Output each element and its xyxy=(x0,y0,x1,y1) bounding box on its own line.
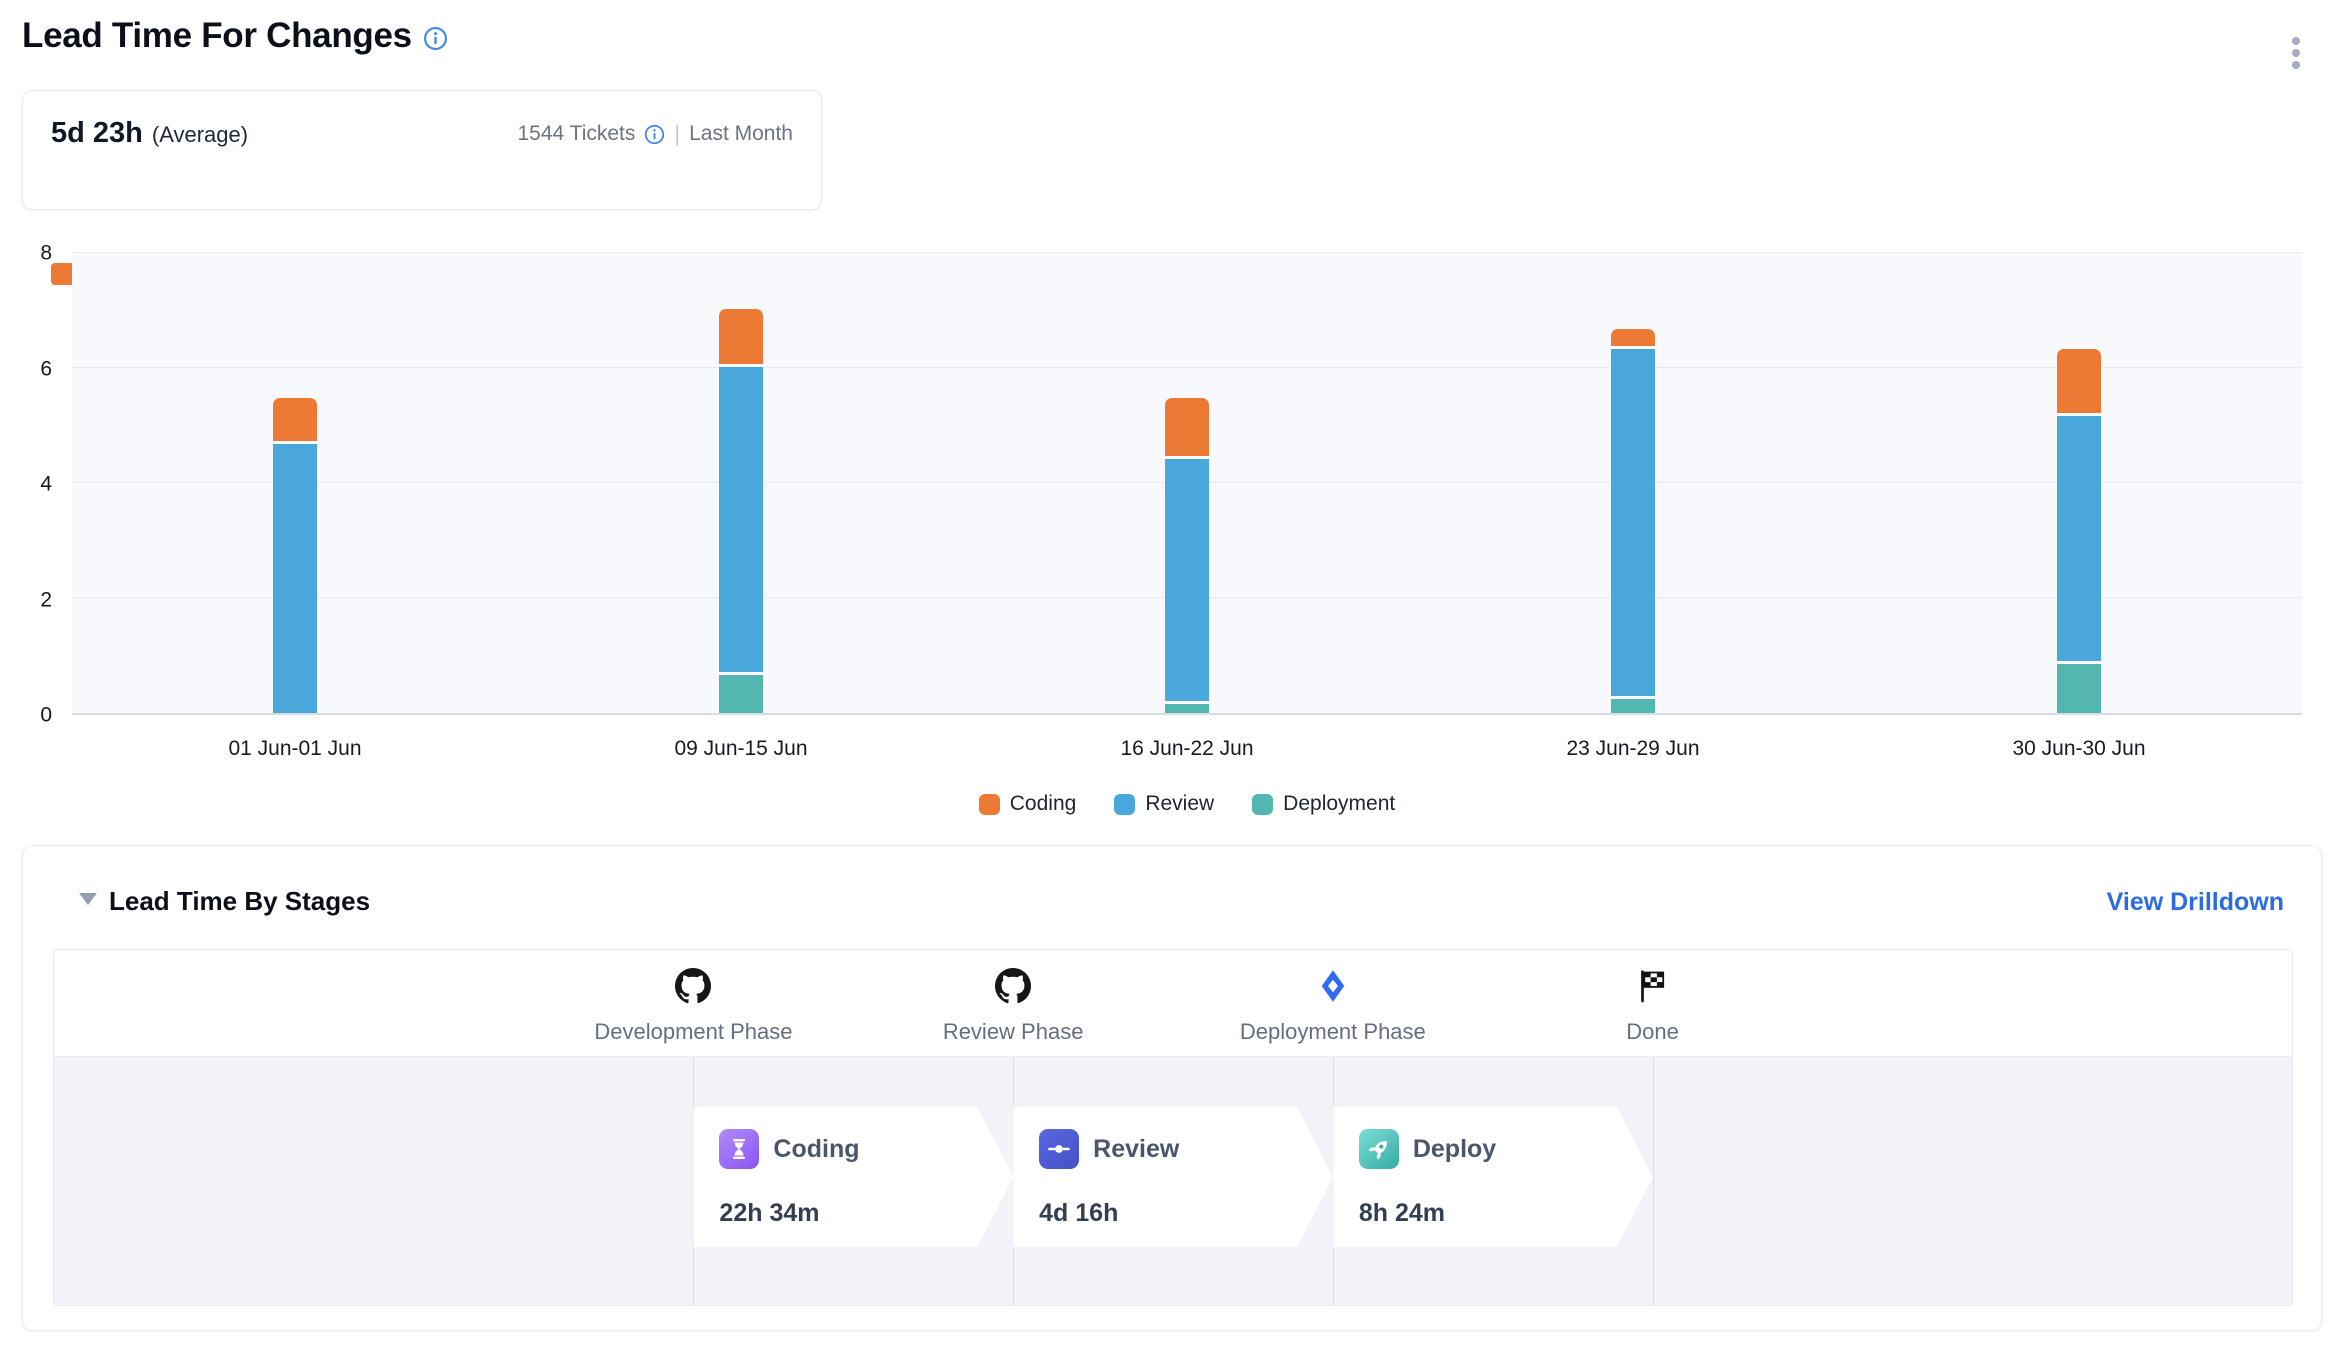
bar-segment-coding[interactable] xyxy=(719,309,763,367)
phase-header-row: Development Phase Review Phase xyxy=(54,950,2292,1057)
phase-label: Review Phase xyxy=(853,1019,1173,1045)
stacked-bar[interactable] xyxy=(273,398,317,713)
bar-segment-coding[interactable] xyxy=(1165,398,1209,459)
chart-legend: Coding Review Deployment xyxy=(72,792,2302,816)
stacked-bar[interactable] xyxy=(2057,349,2101,713)
bar-segment-review[interactable] xyxy=(1611,349,1655,698)
tickets-info-icon[interactable] xyxy=(644,124,665,145)
x-axis-label: 09 Jun-15 Jun xyxy=(674,727,807,771)
legend-item-coding[interactable]: Coding xyxy=(979,792,1077,816)
gridline xyxy=(72,367,2302,368)
bar-segment-deployment[interactable] xyxy=(719,675,763,713)
column-divider xyxy=(1653,1057,1654,1306)
stacked-bar-chart xyxy=(72,253,2302,715)
legend-label: Review xyxy=(1145,792,1214,816)
bar-segment-review[interactable] xyxy=(2057,416,2101,664)
rocket-icon xyxy=(1359,1129,1399,1169)
bar-segment-coding[interactable] xyxy=(273,398,317,444)
bar-segment-deployment[interactable] xyxy=(1611,699,1655,713)
github-icon xyxy=(995,968,1031,1004)
page-title: Lead Time For Changes xyxy=(22,16,412,56)
collapse-chevron-icon[interactable] xyxy=(79,893,97,905)
phase-label: Deployment Phase xyxy=(1173,1019,1493,1045)
github-icon xyxy=(675,968,711,1004)
meta-separator: | xyxy=(674,121,680,147)
x-axis-label: 01 Jun-01 Jun xyxy=(228,727,361,771)
y-axis-tick: 6 xyxy=(0,358,52,379)
commit-icon xyxy=(1039,1129,1079,1169)
stages-body: Coding 22h 34m Review 4d xyxy=(54,1057,2292,1306)
view-drilldown-link[interactable]: View Drilldown xyxy=(2107,888,2284,917)
kebab-menu-icon[interactable] xyxy=(2284,31,2308,75)
stage-duration: 4d 16h xyxy=(1039,1199,1118,1228)
stage-name: Review xyxy=(1093,1135,1179,1164)
stages-panel-header: Lead Time By Stages View Drilldown xyxy=(23,846,2321,949)
lead-time-by-stages-panel: Lead Time By Stages View Drilldown Devel… xyxy=(22,845,2322,1331)
summary-average: 5d 23h (Average) xyxy=(51,117,248,150)
period-label: Last Month xyxy=(689,122,793,146)
phase-label: Done xyxy=(1493,1019,1813,1045)
average-qualifier: (Average) xyxy=(152,122,248,148)
stage-card-coding[interactable]: Coding 22h 34m xyxy=(693,1107,1013,1247)
bar-segment-coding[interactable] xyxy=(1611,329,1655,349)
phase-done: Done xyxy=(1493,950,1813,1045)
legend-swatch xyxy=(1114,794,1135,815)
summary-meta: 1544 Tickets | Last Month xyxy=(517,121,793,147)
legend-swatch xyxy=(979,794,1000,815)
x-axis-label: 16 Jun-22 Jun xyxy=(1120,727,1253,771)
stacked-bar[interactable] xyxy=(1611,329,1655,713)
legend-item-review[interactable]: Review xyxy=(1114,792,1214,816)
info-icon[interactable] xyxy=(423,26,448,51)
hourglass-icon xyxy=(719,1129,759,1169)
stage-name: Coding xyxy=(773,1135,859,1164)
average-value: 5d 23h xyxy=(51,117,143,150)
bar-segment-deployment[interactable] xyxy=(1165,704,1209,713)
legend-label: Deployment xyxy=(1283,792,1395,816)
legend-label: Coding xyxy=(1010,792,1077,816)
legend-item-deployment[interactable]: Deployment xyxy=(1252,792,1395,816)
y-axis-tick: 8 xyxy=(0,243,52,264)
y-axis: 02468 xyxy=(0,253,52,715)
bar-segment-review[interactable] xyxy=(719,367,763,676)
x-axis: 01 Jun-01 Jun 09 Jun-15 Jun 16 Jun-22 Jun 2… xyxy=(72,727,2302,771)
gridline xyxy=(72,252,2302,253)
summary-row: 5d 23h (Average) 1544 Tickets | Last Mon… xyxy=(23,91,821,150)
bar-segment-review[interactable] xyxy=(273,444,317,713)
y-axis-tick: 4 xyxy=(0,474,52,495)
legend-swatch xyxy=(1252,794,1273,815)
bar-segment-deployment[interactable] xyxy=(2057,664,2101,713)
stage-card-deploy[interactable]: Deploy 8h 24m xyxy=(1333,1107,1653,1247)
diamond-icon xyxy=(1315,968,1351,1004)
phase-label: Development Phase xyxy=(533,1019,853,1045)
bar-segment-review[interactable] xyxy=(1165,459,1209,704)
stacked-bar[interactable] xyxy=(1165,398,1209,713)
stacked-bar[interactable] xyxy=(719,309,763,713)
phase-review: Review Phase xyxy=(853,950,1173,1045)
y-axis-tick: 0 xyxy=(0,705,52,726)
stage-duration: 8h 24m xyxy=(1359,1199,1445,1228)
phase-development: Development Phase xyxy=(533,950,853,1045)
stage-name: Deploy xyxy=(1413,1135,1496,1164)
summary-card: 5d 23h (Average) 1544 Tickets | Last Mon… xyxy=(22,90,822,210)
stage-duration: 22h 34m xyxy=(719,1199,819,1228)
x-axis-label: 30 Jun-30 Jun xyxy=(2012,727,2145,771)
tickets-count: 1544 Tickets xyxy=(517,122,635,146)
stages-table: Development Phase Review Phase xyxy=(53,949,2293,1306)
checkered-flag-icon xyxy=(1635,968,1671,1004)
page-header: Lead Time For Changes xyxy=(22,16,448,56)
y-axis-tick: 2 xyxy=(0,589,52,610)
stage-card-review[interactable]: Review 4d 16h xyxy=(1013,1107,1333,1247)
stages-panel-title[interactable]: Lead Time By Stages xyxy=(109,886,370,917)
phase-deployment: Deployment Phase xyxy=(1173,950,1493,1045)
lead-time-dashboard: Lead Time For Changes 5d 23h (Average) 1… xyxy=(0,0,2344,1352)
bar-segment-coding[interactable] xyxy=(2057,349,2101,415)
x-axis-label: 23 Jun-29 Jun xyxy=(1566,727,1699,771)
